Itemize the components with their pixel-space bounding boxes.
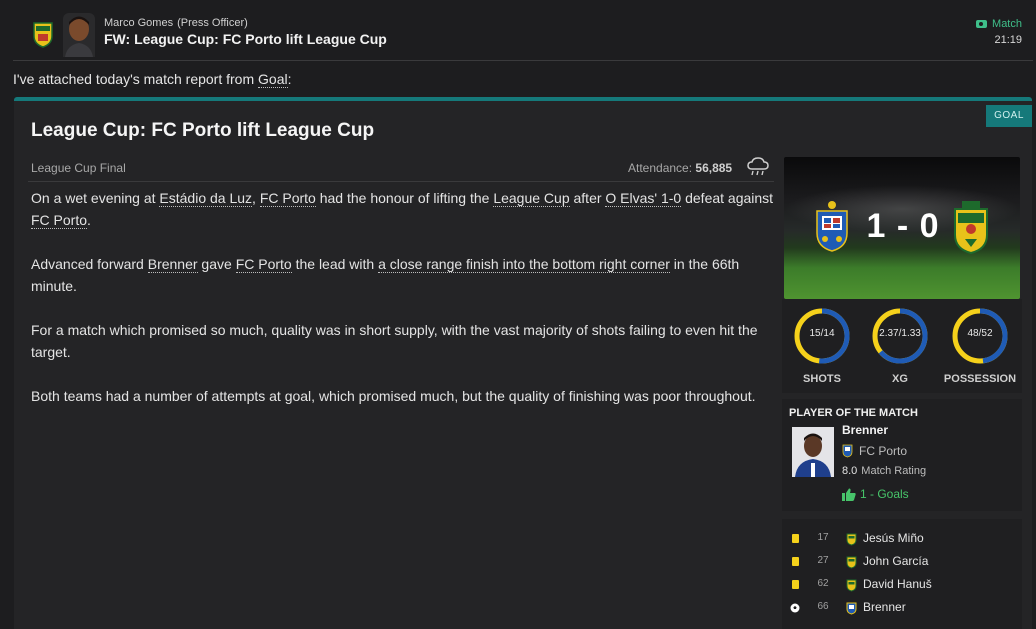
attendance-value: 56,885 [695, 161, 733, 175]
yellow-card-icon [792, 557, 799, 566]
team-link[interactable]: O Elvas' 1-0 [605, 190, 682, 207]
attendance: Attendance: 56,885 [628, 161, 732, 175]
team-link[interactable]: FC Porto [259, 190, 316, 207]
event-row[interactable]: 66 Brenner [782, 598, 1022, 618]
stat-ring: 2.37/1.33 [871, 307, 929, 365]
text-run: the lead with [291, 256, 379, 272]
potm-rating: 8.0 Match Rating [842, 465, 926, 477]
subheader-divider [28, 181, 774, 182]
sender-name[interactable]: Marco Gomes [104, 17, 173, 29]
intro-text: I've attached today's match report from … [13, 71, 292, 88]
football-icon [790, 603, 800, 613]
text-run: gave [197, 256, 236, 272]
potm-goals: 1 - Goals [842, 487, 909, 501]
goal-description-link[interactable]: a close range finish into the bottom rig… [378, 256, 670, 273]
stat-shots[interactable]: 15/14 SHOTS [782, 307, 862, 385]
message-subject: FW: League Cup: FC Porto lift League Cup [104, 31, 387, 47]
report-body: On a wet evening at Estádio da Luz, FC P… [31, 187, 779, 429]
stat-label: SHOTS [803, 373, 841, 385]
text-run: On a wet evening at [31, 190, 160, 206]
scoreboard[interactable]: 1 - 0 [784, 157, 1020, 299]
stat-value: 2.37/1.33 [879, 328, 921, 339]
intro-lead: I've attached today's match report from [13, 71, 259, 87]
source-tag: GOAL [986, 105, 1032, 127]
event-minute: 27 [817, 555, 829, 566]
o-elvas-crest-icon [846, 579, 857, 592]
sender-avatar[interactable] [63, 13, 95, 57]
club-crest-icon[interactable] [33, 20, 53, 48]
competition-stage: League Cup Final [31, 161, 126, 175]
match-score: 1 - 0 [866, 207, 940, 245]
fc-porto-crest-icon[interactable] [814, 199, 850, 253]
text-run: Advanced forward [31, 256, 148, 272]
thumbs-up-icon [842, 488, 856, 501]
fc-porto-crest-icon [842, 444, 853, 458]
player-link[interactable]: Brenner [147, 256, 198, 273]
o-elvas-crest-icon[interactable] [952, 199, 990, 255]
stadium-link[interactable]: Estádio da Luz [159, 190, 253, 207]
event-player[interactable]: John García [863, 554, 928, 568]
potm-rating-label: Match Rating [861, 465, 927, 477]
team-link[interactable]: FC Porto [31, 212, 88, 229]
message-time: 21:19 [994, 34, 1022, 46]
text-run: , [252, 190, 260, 206]
source-link[interactable]: Goal [258, 71, 288, 88]
fc-porto-crest-icon [846, 602, 857, 615]
yellow-card-icon [792, 534, 799, 543]
text-run: had the honour of lifting the [315, 190, 494, 206]
player-of-the-match-panel: PLAYER OF THE MATCH Brenner FC Porto 8.0… [782, 399, 1022, 511]
stat-label: POSSESSION [943, 373, 1017, 385]
event-player[interactable]: David Hanuš [863, 577, 932, 591]
yellow-card-icon [792, 580, 799, 589]
event-player[interactable]: Jesús Miño [863, 531, 924, 545]
match-events-list: 17 Jesús Miño 27 John García 62 David Ha… [782, 519, 1022, 629]
o-elvas-crest-icon [846, 533, 857, 546]
event-minute: 17 [817, 532, 829, 543]
event-row[interactable]: 17 Jesús Miño [782, 529, 1022, 549]
report-paragraph-1: On a wet evening at Estádio da Luz, FC P… [31, 187, 779, 231]
report-paragraph-3: For a match which promised so much, qual… [31, 322, 758, 360]
report-paragraph-2: Advanced forward Brenner gave FC Porto t… [31, 253, 779, 297]
message-tag-label: Match [992, 18, 1022, 30]
o-elvas-crest-icon [846, 556, 857, 569]
event-minute: 62 [817, 578, 829, 589]
attendance-label: Attendance: [628, 161, 693, 175]
message-header: Marco Gomes (Press Officer) FW: League Cu… [0, 0, 1036, 60]
player-photo[interactable] [792, 427, 834, 477]
match-report-card: GOAL League Cup: FC Porto lift League Cu… [14, 97, 1032, 629]
stat-possession[interactable]: 48/52 POSSESSION [940, 307, 1020, 385]
stat-value: 48/52 [967, 328, 993, 339]
potm-rating-value: 8.0 [842, 465, 858, 477]
potm-club[interactable]: FC Porto [842, 443, 907, 458]
team-link[interactable]: FC Porto [235, 256, 292, 273]
stat-ring: 15/14 [793, 307, 851, 365]
tag-icon [976, 20, 988, 28]
potm-club-name: FC Porto [859, 443, 908, 458]
potm-title: PLAYER OF THE MATCH [789, 407, 918, 419]
stat-value: 15/14 [809, 328, 835, 339]
match-stats-panel: 15/14 SHOTS 2.37/1.33 XG 48/52 POSSESSIO… [782, 299, 1022, 393]
header-divider [13, 60, 1033, 61]
text-run: . [87, 212, 91, 228]
event-row[interactable]: 27 John García [782, 552, 1022, 572]
event-minute: 66 [817, 601, 829, 612]
report-paragraph-4: Both teams had a number of attempts at g… [31, 388, 756, 404]
message-tag[interactable]: Match [976, 18, 1022, 30]
stat-label: XG [892, 373, 908, 385]
article-title: League Cup: FC Porto lift League Cup [31, 120, 375, 141]
stat-xg[interactable]: 2.37/1.33 XG [860, 307, 940, 385]
rain-cloud-icon [747, 157, 769, 176]
sender-role: (Press Officer) [177, 17, 248, 29]
sender-line: Marco Gomes (Press Officer) [104, 17, 248, 29]
potm-goals-text: 1 - Goals [860, 487, 909, 501]
intro-suffix: : [287, 71, 292, 87]
potm-player-name[interactable]: Brenner [842, 423, 888, 437]
stat-ring: 48/52 [951, 307, 1009, 365]
competition-link[interactable]: League Cup [493, 190, 570, 207]
text-run: after [569, 190, 606, 206]
text-run: defeat against [681, 190, 774, 206]
event-player[interactable]: Brenner [863, 600, 906, 614]
event-row[interactable]: 62 David Hanuš [782, 575, 1022, 595]
